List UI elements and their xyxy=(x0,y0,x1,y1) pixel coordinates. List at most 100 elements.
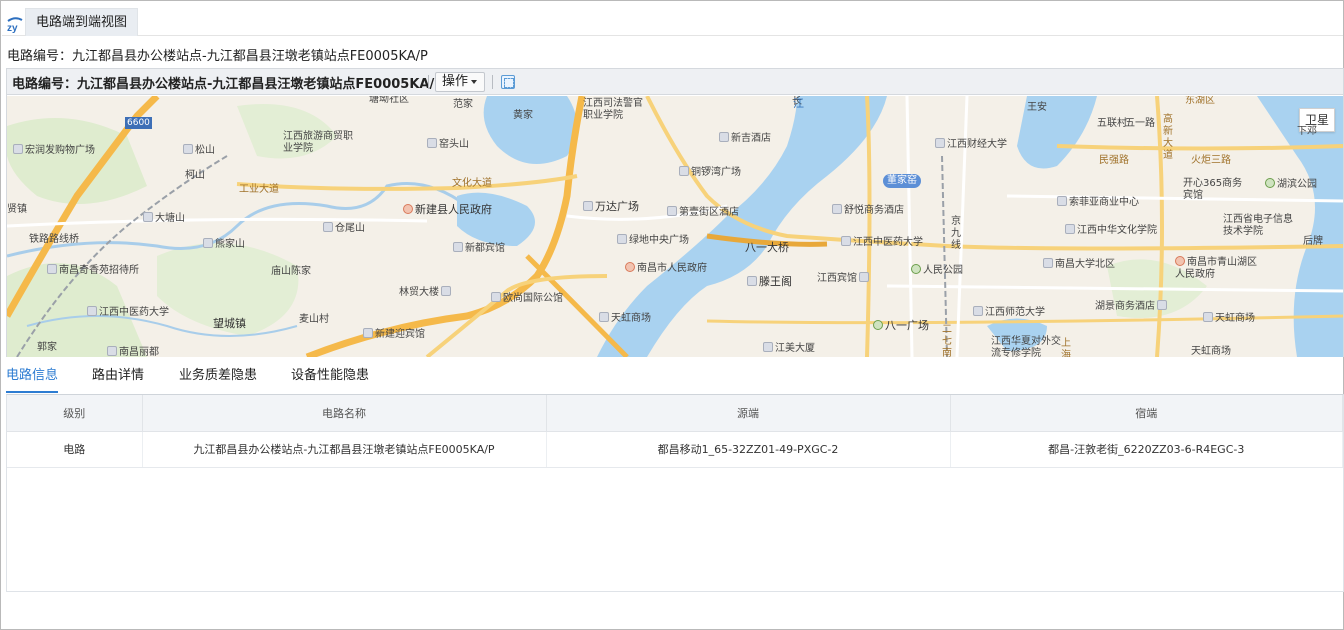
map-label: 湖滨公园 xyxy=(1265,178,1317,191)
column-header-circuit-name[interactable]: 电路名称 xyxy=(142,395,547,432)
fullscreen-icon[interactable] xyxy=(501,75,515,89)
poi-icon xyxy=(143,212,153,222)
poi-icon xyxy=(1057,196,1067,206)
divider xyxy=(428,75,429,89)
map-label: 窑头山 xyxy=(427,138,469,151)
map-label: 上海 xyxy=(1061,338,1071,357)
cell-circuit-name: 九江都昌县办公楼站点-九江都昌县汪墩老镇站点FE0005KA/P xyxy=(142,431,547,468)
map-label: 新都宾馆 xyxy=(453,242,505,255)
map-label: 新建迎宾馆 xyxy=(363,328,425,341)
column-header-level[interactable]: 级别 xyxy=(7,395,143,432)
poi-icon xyxy=(427,138,437,148)
map-label: 高新大道 xyxy=(1163,114,1173,161)
poi-icon xyxy=(47,264,57,274)
poi-icon xyxy=(13,144,23,154)
cell-destination: 都昌-汪敦老街_6220ZZ03-6-R4EGC-3 xyxy=(950,431,1343,468)
detail-tab-strip: 电路信息 路由详情 业务质差隐患 设备性能隐患 xyxy=(1,359,1344,394)
poi-icon xyxy=(841,236,851,246)
poi-icon xyxy=(453,242,463,252)
poi-icon xyxy=(1043,258,1053,268)
map-label: 江西司法警官职业学院 xyxy=(583,98,643,121)
column-header-source[interactable]: 源端 xyxy=(546,395,951,432)
tab-equipment-performance-risks[interactable]: 设备性能隐患 xyxy=(291,367,369,393)
map-label: 熊家山 xyxy=(203,238,245,251)
tab-route-details[interactable]: 路由详情 xyxy=(92,367,144,393)
table-row[interactable]: 电路 九江都昌县办公楼站点-九江都昌县汪墩老镇站点FE0005KA/P 都昌移动… xyxy=(7,431,1343,468)
map-label: 天虹商场 xyxy=(599,312,651,325)
poi-icon xyxy=(87,306,97,316)
top-tab-bar: zy 电路端到端视图 xyxy=(2,2,1343,36)
map-label: 八一广场 xyxy=(873,320,929,332)
map-label: 仓尾山 xyxy=(323,222,365,235)
poi-icon xyxy=(719,132,729,142)
map-label: 王安 xyxy=(1027,102,1047,113)
map-view[interactable]: 卫星 塘坳社区 范家 黄家 江西司法警官职业学院 东湖区 五一路 王安 长 宏润… xyxy=(7,96,1343,357)
poi-icon xyxy=(832,204,842,214)
government-icon xyxy=(403,204,413,214)
poi-icon xyxy=(667,206,677,216)
map-label: 舒悦商务酒店 xyxy=(832,204,904,217)
map-label: 工业大道 xyxy=(239,184,279,195)
map-label: 开心365商务宾馆 xyxy=(1183,178,1243,201)
map-label: 贤镇 xyxy=(7,204,27,215)
map-label: 江西中医药大学 xyxy=(841,236,923,249)
map-label: 郭家 xyxy=(37,342,57,353)
poi-icon xyxy=(617,234,627,244)
poi-icon xyxy=(747,276,757,286)
map-label: 江美大厦 xyxy=(763,342,815,355)
map-label: 宏润发购物广场 xyxy=(13,144,95,157)
circuit-info-table: 级别 电路名称 源端 宿端 电路 九江都昌县办公楼站点-九江都昌县汪墩老镇站点F… xyxy=(6,394,1344,592)
map-label: 江西财经大学 xyxy=(935,138,1007,151)
map-label: 松山 xyxy=(183,144,215,157)
divider xyxy=(492,75,493,89)
map-label: 南昌市青山湖区人民政府 xyxy=(1175,256,1257,280)
map-label: 林贸大楼 xyxy=(399,286,453,299)
map-label: 铁路路线桥 xyxy=(29,234,79,245)
map-label: 南昌市人民政府 xyxy=(625,262,707,275)
operation-label: 操作 xyxy=(442,74,469,89)
park-icon xyxy=(1265,178,1275,188)
map-label: 塘坳社区 xyxy=(369,96,409,105)
poi-icon xyxy=(107,346,117,356)
map-label: 五联村 xyxy=(1097,118,1127,129)
map-label: 新建县人民政府 xyxy=(403,204,492,216)
window-frame: zy 电路端到端视图 电路编号：九江都昌县办公楼站点-九江都昌县汪墩老镇站点FE… xyxy=(0,0,1344,630)
government-icon xyxy=(1175,256,1185,266)
map-label: 柯山 xyxy=(185,170,205,181)
map-label: 江西旅游商贸职业学院 xyxy=(283,131,353,154)
map-label: 黄家 xyxy=(513,110,533,121)
map-label: 滕王阁 xyxy=(747,276,792,288)
park-icon xyxy=(911,264,921,274)
map-label: 人民公园 xyxy=(911,264,963,277)
map-label: 京九线 xyxy=(951,216,961,251)
tab-service-quality-risks[interactable]: 业务质差隐患 xyxy=(179,367,257,393)
map-panel: 电路编号：九江都昌县办公楼站点-九江都昌县汪墩老镇站点FE0005KA/P 操作 xyxy=(6,68,1344,357)
map-label: 范家 xyxy=(453,99,473,110)
map-label: 南昌奇香苑招待所 xyxy=(47,264,139,277)
tab-end-to-end-view[interactable]: 电路端到端视图 xyxy=(25,8,139,36)
column-header-destination[interactable]: 宿端 xyxy=(950,395,1343,432)
map-label: 江西宾馆 xyxy=(817,272,871,285)
map-label: 八一大桥 xyxy=(745,241,789,254)
chevron-down-icon xyxy=(471,79,478,84)
map-label: 新吉酒店 xyxy=(719,132,771,145)
table-header-row: 级别 电路名称 源端 宿端 xyxy=(7,395,1343,432)
tab-circuit-info[interactable]: 电路信息 xyxy=(6,367,59,393)
park-icon xyxy=(873,320,883,330)
map-label: 万达广场 xyxy=(583,201,639,213)
map-label: 南昌大学北区 xyxy=(1043,258,1115,271)
map-label: 麦山村 xyxy=(299,314,329,325)
map-label: 铜锣湾广场 xyxy=(679,166,741,179)
map-label: 望城镇 xyxy=(213,317,246,330)
map-panel-title: 电路编号：九江都昌县办公楼站点-九江都昌县汪墩老镇站点FE0005KA/P xyxy=(12,77,444,92)
circuit-number-text: 电路编号：九江都昌县办公楼站点-九江都昌县汪墩老镇站点FE0005KA/P xyxy=(7,49,428,64)
map-label: 二七南 xyxy=(942,324,952,357)
poi-icon xyxy=(363,328,373,338)
operation-dropdown-button[interactable]: 操作 xyxy=(435,72,485,92)
map-label: 南昌丽都 xyxy=(107,346,159,357)
map-label: 江西师范大学 xyxy=(973,306,1045,319)
poi-icon xyxy=(973,306,983,316)
map-label: 文化大道 xyxy=(452,178,492,189)
map-label: 第壹街区酒店 xyxy=(667,206,739,219)
map-panel-header: 电路编号：九江都昌县办公楼站点-九江都昌县汪墩老镇站点FE0005KA/P 操作 xyxy=(7,69,1343,95)
